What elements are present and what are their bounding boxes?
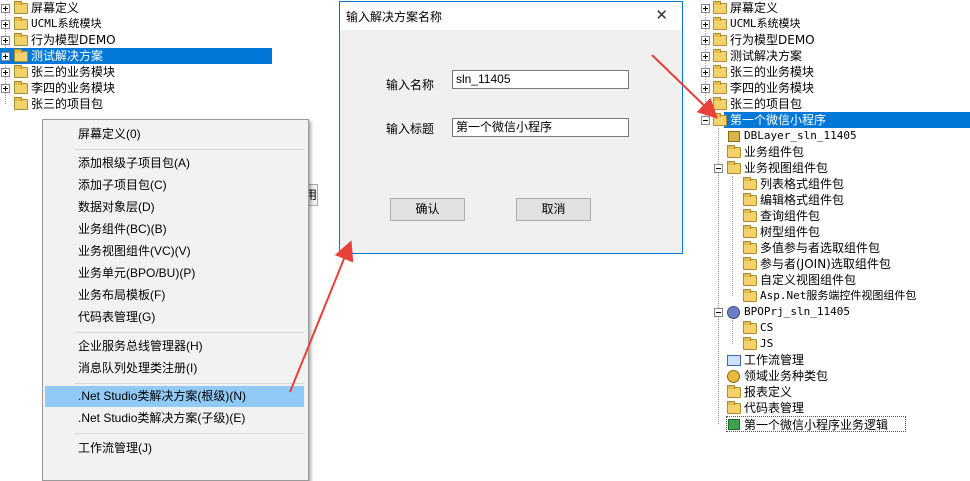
- annotation-arrows: [289, 54, 718, 393]
- arrow-menu-to-dialog: [289, 240, 354, 393]
- arrow-dialog-to-tree: [651, 54, 718, 119]
